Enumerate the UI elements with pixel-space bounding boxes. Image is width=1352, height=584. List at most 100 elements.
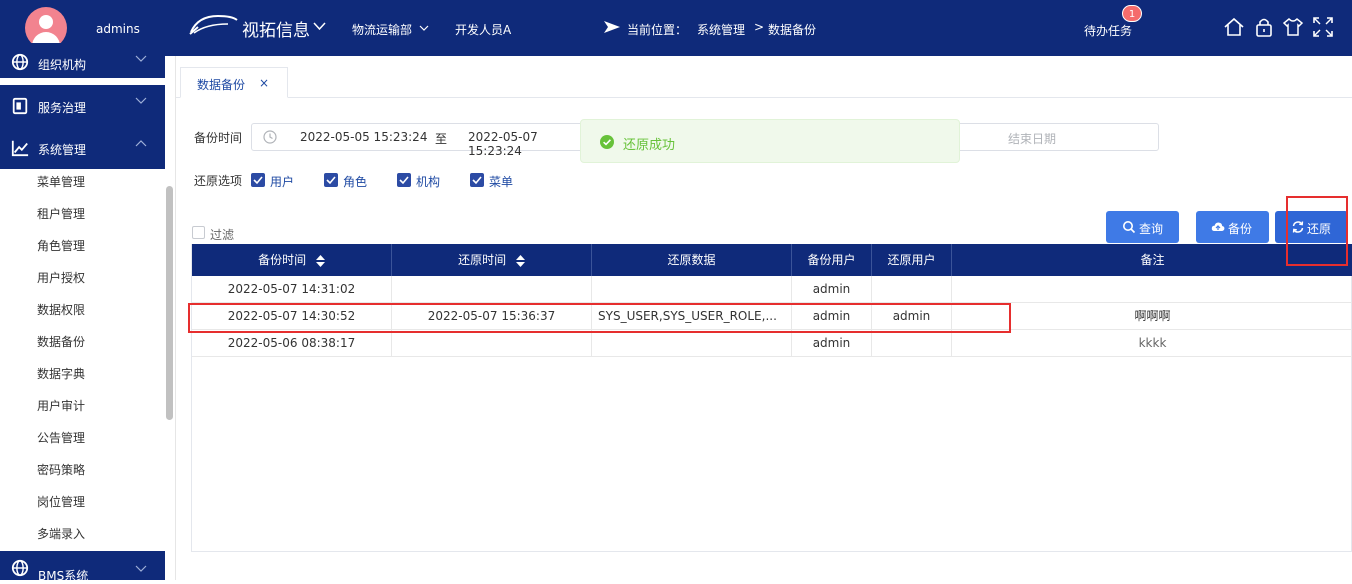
sidebar-item-data-backup[interactable]: 数据备份 bbox=[0, 328, 165, 360]
cell-backup-user: admin bbox=[792, 303, 872, 330]
sidebar-item-menu[interactable]: 菜单管理 bbox=[0, 168, 165, 200]
sidebar-submenu: 菜单管理 租户管理 角色管理 用户授权 数据权限 数据备份 数据字典 用户审计 … bbox=[0, 168, 165, 552]
checkbox-role[interactable] bbox=[324, 173, 338, 187]
option-role-label[interactable]: 角色 bbox=[343, 173, 367, 190]
sidebar-group-service[interactable]: 服务治理 bbox=[0, 85, 165, 127]
col-header-label: 备份时间 bbox=[258, 253, 307, 267]
fullscreen-icon[interactable] bbox=[1312, 16, 1334, 38]
todo-tasks[interactable]: 待办任务 bbox=[1084, 22, 1132, 39]
chevron-down-icon[interactable] bbox=[419, 25, 429, 31]
sidebar-group-label: 组织机构 bbox=[38, 58, 87, 72]
breadcrumb-system[interactable]: 系统管理 bbox=[697, 21, 745, 38]
checkbox-org[interactable] bbox=[397, 173, 411, 187]
check-circle-icon bbox=[600, 135, 614, 149]
query-button[interactable]: 查询 bbox=[1106, 211, 1179, 243]
range-separator: 至 bbox=[435, 132, 448, 146]
theme-shirt-icon[interactable] bbox=[1282, 16, 1304, 38]
sidebar-item-data-permission[interactable]: 数据权限 bbox=[0, 296, 165, 328]
sidebar-item-tenant[interactable]: 租户管理 bbox=[0, 200, 165, 232]
location-arrow-icon bbox=[604, 21, 620, 33]
chevron-down-icon[interactable] bbox=[313, 22, 326, 30]
search-icon bbox=[1123, 221, 1136, 234]
table-row[interactable]: 2022-05-06 08:38:17 admin kkkk bbox=[192, 330, 1352, 357]
todo-count-badge: 1 bbox=[1122, 5, 1142, 22]
sidebar-item-role[interactable]: 角色管理 bbox=[0, 232, 165, 264]
sidebar-item-multi-entry[interactable]: 多端录入 bbox=[0, 520, 165, 552]
cell-remark bbox=[952, 276, 1352, 303]
col-restore-time[interactable]: 还原时间 bbox=[392, 244, 592, 276]
backup-button[interactable]: 备份 bbox=[1196, 211, 1269, 243]
dept-dropdown[interactable]: 物流运输部 bbox=[352, 21, 412, 38]
topbar: 视拓信息 物流运输部 开发人员A 当前位置： 系统管理 > 数据备份 待办任务 … bbox=[176, 0, 1352, 56]
sort-icon[interactable] bbox=[515, 254, 525, 267]
option-org-label[interactable]: 机构 bbox=[416, 173, 440, 190]
sort-icon[interactable] bbox=[315, 254, 325, 267]
lock-icon[interactable] bbox=[1253, 16, 1275, 38]
sidebar: admins 组织机构 服务治理 系统管理 菜单管理 租户管理 角色管理 用户授… bbox=[0, 0, 176, 583]
query-label: 查询 bbox=[1139, 222, 1164, 236]
table-row[interactable]: 2022-05-07 14:30:52 2022-05-07 15:36:37 … bbox=[192, 303, 1352, 330]
col-restore-data: 还原数据 bbox=[592, 244, 792, 276]
check-icon bbox=[399, 176, 409, 185]
col-backup-time[interactable]: 备份时间 bbox=[192, 244, 392, 276]
check-icon bbox=[326, 176, 336, 185]
table-header: 备份时间 还原时间 还原数据 备份用户 还原用户 备注 bbox=[192, 244, 1352, 276]
tab-data-backup[interactable]: 数据备份 × bbox=[180, 67, 288, 98]
date-range-picker[interactable]: 2022-05-05 15:23:24 至 2022-05-07 15:23:2… bbox=[251, 123, 591, 158]
sidebar-item-user-auth[interactable]: 用户授权 bbox=[0, 264, 165, 296]
sidebar-item-data-dict[interactable]: 数据字典 bbox=[0, 360, 165, 392]
table-row[interactable]: 2022-05-07 14:31:02 admin bbox=[192, 276, 1352, 303]
restore-button[interactable]: 还原 bbox=[1275, 211, 1348, 243]
restore-label: 还原 bbox=[1307, 222, 1332, 236]
col-backup-user: 备份用户 bbox=[792, 244, 872, 276]
cell-restore-time bbox=[392, 330, 592, 357]
sidebar-group-bms[interactable]: BMS系统 bbox=[0, 551, 165, 583]
backup-time-label: 备份时间 bbox=[194, 131, 243, 145]
cell-backup-time: 2022-05-07 14:30:52 bbox=[192, 303, 392, 330]
sidebar-group-org[interactable]: 组织机构 bbox=[0, 43, 165, 78]
end-date-value[interactable]: 2022-05-07 15:23:24 bbox=[468, 130, 590, 158]
developer-name[interactable]: 开发人员A bbox=[455, 21, 511, 38]
col-remark: 备注 bbox=[952, 244, 1352, 276]
brand-name[interactable]: 视拓信息 bbox=[242, 16, 310, 41]
chevron-down-icon bbox=[135, 97, 147, 104]
check-icon bbox=[472, 176, 482, 185]
location-label: 当前位置： bbox=[627, 23, 688, 37]
col-header-label: 备份用户 bbox=[807, 253, 856, 267]
cell-remark: kkkk bbox=[1138, 336, 1167, 350]
breadcrumb-separator: > bbox=[754, 20, 765, 34]
cloud-upload-icon bbox=[1211, 222, 1225, 231]
sidebar-scrollbar[interactable] bbox=[166, 186, 173, 420]
username: admins bbox=[96, 22, 140, 36]
chevron-up-icon bbox=[135, 140, 147, 147]
cell-restore-user bbox=[872, 330, 952, 357]
chevron-down-icon bbox=[135, 565, 147, 572]
globe-icon bbox=[11, 53, 29, 71]
globe-icon bbox=[11, 559, 29, 577]
col-header-label: 还原用户 bbox=[887, 253, 936, 267]
sidebar-group-label: 服务治理 bbox=[38, 101, 87, 115]
home-icon[interactable] bbox=[1223, 16, 1245, 38]
sidebar-item-user-audit[interactable]: 用户审计 bbox=[0, 392, 165, 424]
start-date-value[interactable]: 2022-05-05 15:23:24 bbox=[300, 130, 427, 144]
sidebar-item-post[interactable]: 岗位管理 bbox=[0, 488, 165, 520]
tabs-divider bbox=[176, 97, 1352, 98]
filter-label[interactable]: 过滤 bbox=[210, 226, 234, 243]
tab-label: 数据备份 bbox=[197, 78, 246, 92]
cell-restore-user: admin bbox=[872, 303, 952, 330]
close-icon[interactable]: × bbox=[259, 76, 269, 90]
col-restore-user: 还原用户 bbox=[872, 244, 952, 276]
sidebar-item-password-policy[interactable]: 密码策略 bbox=[0, 456, 165, 488]
end-date-field[interactable]: 结束日期 bbox=[955, 123, 1159, 151]
backup-label: 备份 bbox=[1228, 222, 1253, 236]
option-user-label[interactable]: 用户 bbox=[270, 173, 294, 190]
cell-restore-data bbox=[592, 330, 792, 357]
sidebar-group-system[interactable]: 系统管理 bbox=[0, 127, 165, 169]
checkbox-menu[interactable] bbox=[470, 173, 484, 187]
cell-restore-data bbox=[592, 276, 792, 303]
sidebar-item-notice[interactable]: 公告管理 bbox=[0, 424, 165, 456]
checkbox-filter[interactable] bbox=[192, 226, 205, 239]
option-menu-label[interactable]: 菜单 bbox=[489, 173, 513, 190]
checkbox-user[interactable] bbox=[251, 173, 265, 187]
cell-remark: 啊啊啊 bbox=[1134, 309, 1171, 323]
